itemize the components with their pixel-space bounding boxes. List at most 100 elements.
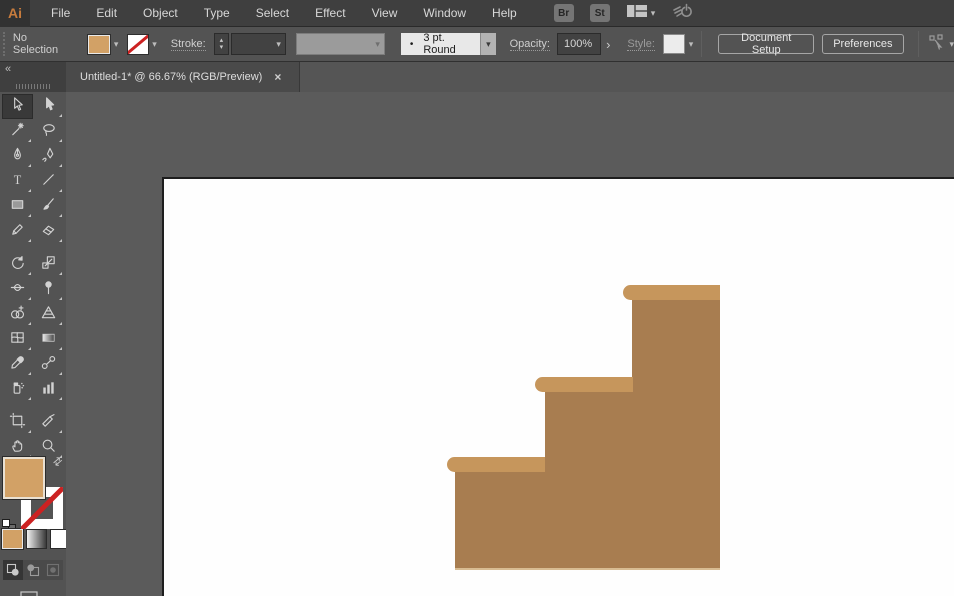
stairs-baseline[interactable] xyxy=(455,568,720,570)
shape-builder-tool[interactable] xyxy=(2,302,33,327)
width-tool-icon xyxy=(9,279,26,301)
perspective-grid-tool[interactable] xyxy=(33,302,64,327)
rectangle-tool[interactable] xyxy=(2,194,33,219)
rotate-tool-icon xyxy=(9,254,26,276)
opacity-panel-arrow[interactable]: › xyxy=(601,37,615,52)
color-button[interactable] xyxy=(3,530,22,548)
divider xyxy=(701,31,702,57)
document-setup-button[interactable]: Document Setup xyxy=(718,34,814,54)
pen-tool[interactable] xyxy=(2,144,33,169)
stairs-step-tread[interactable] xyxy=(623,285,720,300)
opacity-input[interactable]: 100% xyxy=(557,33,601,55)
lasso-tool[interactable] xyxy=(33,119,64,144)
draw-inside-mode[interactable] xyxy=(43,560,63,580)
eraser-tool-icon xyxy=(40,221,57,243)
stairs-step-tread[interactable] xyxy=(447,457,545,472)
direct-selection-tool[interactable] xyxy=(33,94,64,119)
bridge-button[interactable]: Br xyxy=(554,4,574,22)
stroke-weight-dropdown[interactable]: ▾ xyxy=(231,33,286,55)
divider xyxy=(918,31,919,57)
document-tab[interactable]: Untitled-1* @ 66.67% (RGB/Preview) × xyxy=(66,62,300,92)
tools-grid: T xyxy=(0,92,66,460)
swap-fill-stroke-icon[interactable]: ⇄ xyxy=(50,454,65,470)
stroke-weight-stepper[interactable]: ▴▾ xyxy=(214,33,230,55)
width-tool[interactable] xyxy=(2,277,33,302)
canvas[interactable] xyxy=(66,92,954,596)
line-segment-tool[interactable] xyxy=(33,169,64,194)
menu-view[interactable]: View xyxy=(359,0,411,26)
variable-width-dropdown[interactable]: ▾ xyxy=(296,33,385,55)
curvature-tool[interactable] xyxy=(33,144,64,169)
eyedropper-tool-icon xyxy=(9,354,26,376)
brush-definition-field[interactable]: • 3 pt. Round xyxy=(401,33,480,55)
tools-panel: T ⇄ xyxy=(0,92,66,596)
draw-behind-mode[interactable] xyxy=(23,560,43,580)
perspective-grid-tool-icon xyxy=(40,304,57,326)
brush-definition-chevron[interactable]: ▾ xyxy=(480,33,495,55)
main-menu: FileEditObjectTypeSelectEffectViewWindow… xyxy=(38,0,530,26)
menu-window[interactable]: Window xyxy=(410,0,479,26)
pencil-tool-icon xyxy=(9,221,26,243)
collapse-panel-button[interactable]: « xyxy=(5,63,11,75)
eraser-tool[interactable] xyxy=(33,219,64,244)
menu-help[interactable]: Help xyxy=(479,0,530,26)
paintbrush-tool[interactable] xyxy=(33,194,64,219)
menu-object[interactable]: Object xyxy=(130,0,191,26)
column-graph-tool-icon xyxy=(40,379,57,401)
eyedropper-tool[interactable] xyxy=(2,352,33,377)
scale-tool[interactable] xyxy=(33,252,64,277)
artboard-tool[interactable] xyxy=(2,410,33,435)
none-slash-icon xyxy=(128,35,148,54)
slice-tool[interactable] xyxy=(33,410,64,435)
direct-selection-tool-icon xyxy=(40,96,57,118)
panel-grip[interactable] xyxy=(3,32,6,56)
artboard-tool-icon xyxy=(9,412,26,434)
gradient-tool[interactable] xyxy=(33,327,64,352)
draw-normal-mode[interactable] xyxy=(3,560,23,580)
menu-type[interactable]: Type xyxy=(191,0,243,26)
style-chevron-icon[interactable]: ▾ xyxy=(689,39,694,50)
screen-mode-button[interactable] xyxy=(16,590,50,596)
menu-select[interactable]: Select xyxy=(243,0,302,26)
fill-chevron-icon[interactable]: ▾ xyxy=(114,39,119,50)
fill-color-swatch[interactable] xyxy=(88,35,110,54)
stroke-chevron-icon[interactable]: ▾ xyxy=(152,39,157,50)
gradient-button[interactable] xyxy=(27,530,46,548)
blend-tool[interactable] xyxy=(33,352,64,377)
menu-edit[interactable]: Edit xyxy=(83,0,130,26)
stroke-label[interactable]: Stroke: xyxy=(171,38,206,51)
app-logo: Ai xyxy=(0,0,30,27)
stroke-color-swatch[interactable] xyxy=(128,35,148,54)
screen-mode-icon xyxy=(20,591,46,596)
stairs-step-tread[interactable] xyxy=(535,377,633,392)
tab-close-icon[interactable]: × xyxy=(274,70,281,84)
preferences-button[interactable]: Preferences xyxy=(822,34,903,54)
rotate-tool[interactable] xyxy=(2,252,33,277)
menu-effect[interactable]: Effect xyxy=(302,0,358,26)
toolbar-grip[interactable] xyxy=(16,84,50,89)
rectangle-tool-icon xyxy=(9,196,26,218)
menu-file[interactable]: File xyxy=(38,0,83,26)
stock-button[interactable]: St xyxy=(590,4,610,22)
style-label[interactable]: Style: xyxy=(627,38,655,51)
tab-strip: « Untitled-1* @ 66.67% (RGB/Preview) × xyxy=(0,62,954,92)
style-swatch[interactable] xyxy=(663,34,685,54)
select-similar-button[interactable]: ▾ xyxy=(927,34,954,55)
selection-tool[interactable] xyxy=(2,94,33,119)
brush-definition-value: 3 pt. Round xyxy=(423,32,480,56)
stairs-step-body[interactable] xyxy=(455,471,720,568)
mesh-tool[interactable] xyxy=(2,327,33,352)
type-tool[interactable]: T xyxy=(2,169,33,194)
curvature-tool-icon xyxy=(40,146,57,168)
cs-live-icon[interactable] xyxy=(671,2,693,25)
selection-status: No Selection xyxy=(13,32,74,56)
puppet-warp-tool[interactable] xyxy=(33,277,64,302)
fill-indicator[interactable] xyxy=(3,457,45,499)
magic-wand-tool[interactable] xyxy=(2,119,33,144)
arrange-documents-button[interactable]: ▾ xyxy=(626,4,656,23)
pencil-tool[interactable] xyxy=(2,219,33,244)
opacity-label[interactable]: Opacity: xyxy=(510,38,550,51)
column-graph-tool[interactable] xyxy=(33,377,64,402)
symbol-sprayer-tool[interactable] xyxy=(2,377,33,402)
select-similar-icon xyxy=(927,34,947,55)
